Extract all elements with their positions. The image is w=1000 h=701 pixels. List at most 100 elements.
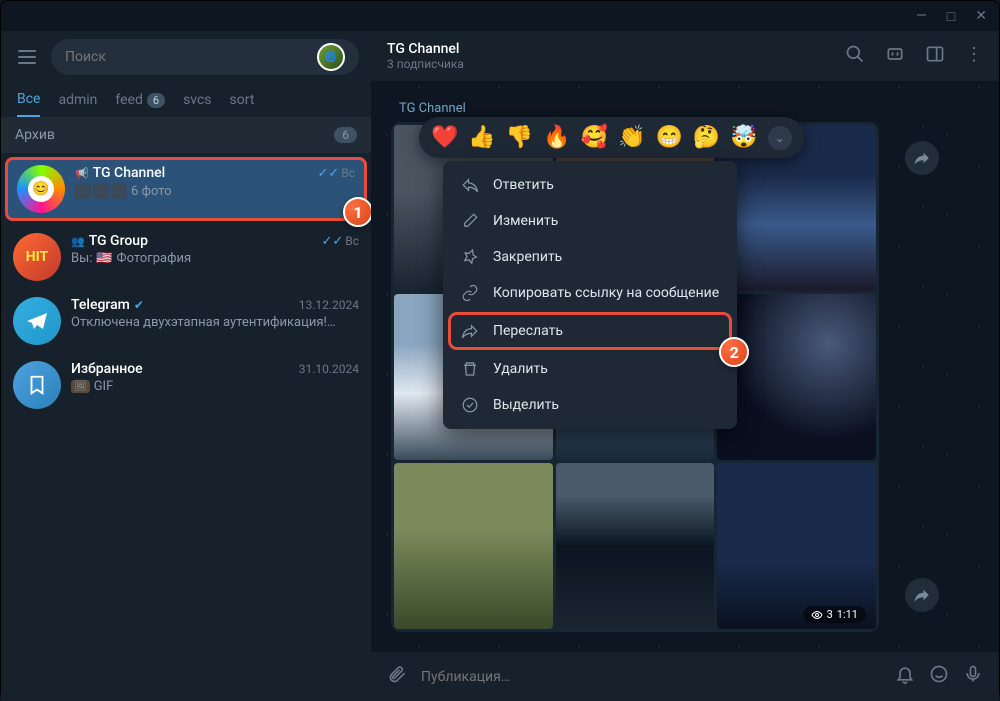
chat-time: Вс (341, 166, 355, 180)
chat-tg-channel[interactable]: 😊 📢TG Channel ✓✓Вс 6 фото 1 (5, 157, 367, 221)
chat-preview: 6 фото (131, 184, 172, 199)
link-icon (461, 284, 479, 302)
more-icon[interactable]: ⋮ (965, 44, 983, 69)
share-button[interactable] (905, 578, 939, 612)
reaction-think[interactable]: 🤔 (693, 125, 720, 150)
reaction-grin[interactable]: 😁 (655, 125, 682, 150)
reaction-mindblown[interactable]: 🤯 (730, 125, 757, 150)
chat-saved[interactable]: Избранное 31.10.2024 🖼GIF (1, 353, 371, 417)
folder-admin[interactable]: admin (58, 91, 97, 117)
hamburger-menu-icon[interactable] (13, 50, 41, 64)
folder-feed[interactable]: feed6 (115, 91, 165, 117)
reactions-popup[interactable]: ❤️ 👍 👎 🔥 🥰 👏 😁 🤔 🤯 ⌄ (419, 117, 804, 158)
callout-marker-1: 1 (343, 197, 371, 227)
chat-title: TG Channel (93, 165, 165, 181)
menu-forward[interactable]: Переслать 2 (449, 313, 731, 349)
chevron-down-icon[interactable]: ⌄ (768, 126, 792, 150)
menu-edit[interactable]: Изменить (443, 203, 737, 239)
notifications-icon[interactable] (895, 664, 915, 689)
folder-tabs: Все admin feed6 svcs sort (1, 83, 371, 117)
menu-copy-link[interactable]: Копировать ссылку на сообщение (443, 275, 737, 311)
forward-icon (461, 322, 479, 340)
you-prefix: Вы: (71, 251, 92, 266)
call-icon[interactable] (885, 44, 905, 69)
views-count: 3 (827, 608, 833, 621)
chat-header[interactable]: TG Channel 3 подписчика ⋮ (371, 31, 999, 81)
account-avatar[interactable]: 🌀 (317, 43, 345, 71)
menu-label: Ответить (493, 177, 554, 193)
subscriber-count: 3 подписчика (387, 57, 464, 71)
select-icon (461, 396, 479, 414)
eye-icon (811, 609, 823, 621)
album-photo[interactable] (556, 463, 715, 629)
edit-icon (461, 212, 479, 230)
menu-select[interactable]: Выделить (443, 387, 737, 423)
archive-count: 6 (334, 127, 357, 143)
message-input[interactable] (421, 669, 881, 685)
chat-title: Telegram (71, 297, 130, 313)
flag-icon: 🇺🇸 (96, 251, 112, 266)
search-input[interactable] (65, 49, 317, 65)
share-button[interactable] (905, 141, 939, 175)
read-checks-icon: ✓✓ (317, 166, 339, 181)
mic-icon[interactable] (963, 664, 983, 689)
chat-tg-group[interactable]: HIT 👥TG Group ✓✓Вс Вы:🇺🇸Фотография (1, 225, 371, 289)
reply-icon (461, 176, 479, 194)
reaction-clap[interactable]: 👏 (618, 125, 645, 150)
search-box[interactable]: 🌀 (51, 39, 359, 75)
menu-pin[interactable]: Закрепить (443, 239, 737, 275)
chat-list: 😊 📢TG Channel ✓✓Вс 6 фото 1 HIT (1, 153, 371, 701)
avatar: 😊 (17, 165, 65, 213)
composer (371, 652, 999, 701)
album-photo[interactable] (394, 463, 553, 629)
reaction-fire[interactable]: 🔥 (543, 125, 570, 150)
callout-marker-2: 2 (719, 337, 749, 367)
avatar: HIT (13, 233, 61, 281)
album-photo[interactable] (717, 294, 876, 460)
megaphone-icon: 📢 (75, 167, 89, 180)
menu-label: Выделить (493, 397, 559, 413)
message-sender: TG Channel (391, 101, 879, 116)
menu-label: Закрепить (493, 249, 562, 265)
reaction-love[interactable]: 🥰 (581, 125, 608, 150)
verified-icon: ✔ (134, 298, 144, 312)
menu-label: Переслать (493, 323, 563, 339)
chat-preview: GIF (94, 379, 114, 394)
maximize-button[interactable]: □ (947, 8, 955, 25)
pin-icon (461, 248, 479, 266)
avatar (13, 297, 61, 345)
gif-badge: 🖼 (71, 380, 90, 393)
chat-time: Вс (345, 234, 359, 248)
folder-all[interactable]: Все (17, 91, 40, 117)
avatar (13, 361, 61, 409)
titlebar: — □ ✕ (1, 1, 999, 31)
menu-label: Удалить (493, 361, 548, 377)
chat-time: 13.12.2024 (299, 298, 359, 312)
menu-reply[interactable]: Ответить (443, 167, 737, 203)
menu-label: Копировать ссылку на сообщение (493, 285, 719, 301)
archive-row[interactable]: Архив 6 (1, 117, 371, 153)
chat-preview: Фотография (117, 251, 192, 266)
menu-delete[interactable]: Удалить (443, 351, 737, 387)
read-checks-icon: ✓✓ (321, 234, 343, 249)
sidebar: 🌀 Все admin feed6 svcs sort Архив 6 😊 📢 T… (1, 31, 371, 701)
reaction-thumbsdown[interactable]: 👎 (506, 125, 533, 150)
album-photo[interactable]: 3 1:11 (717, 463, 876, 629)
close-button[interactable]: ✕ (975, 8, 987, 24)
attach-icon[interactable] (387, 664, 407, 689)
emoji-icon[interactable] (929, 664, 949, 689)
menu-label: Изменить (493, 213, 558, 229)
reaction-heart[interactable]: ❤️ (431, 125, 458, 150)
minimize-button[interactable]: — (916, 8, 927, 24)
page-title: TG Channel (387, 41, 464, 57)
chat-telegram[interactable]: Telegram✔ 13.12.2024 Отключена двухэтапн… (1, 289, 371, 353)
sidebar-toggle-icon[interactable] (925, 44, 945, 69)
folder-svcs[interactable]: svcs (183, 91, 211, 117)
chat-title: TG Group (89, 233, 148, 249)
photo-thumbs (75, 183, 127, 199)
search-icon[interactable] (845, 44, 865, 69)
chat-time: 31.10.2024 (299, 362, 359, 376)
folder-sort[interactable]: sort (230, 91, 255, 117)
message-time: 1:11 (837, 608, 858, 621)
reaction-thumbsup[interactable]: 👍 (468, 125, 495, 150)
